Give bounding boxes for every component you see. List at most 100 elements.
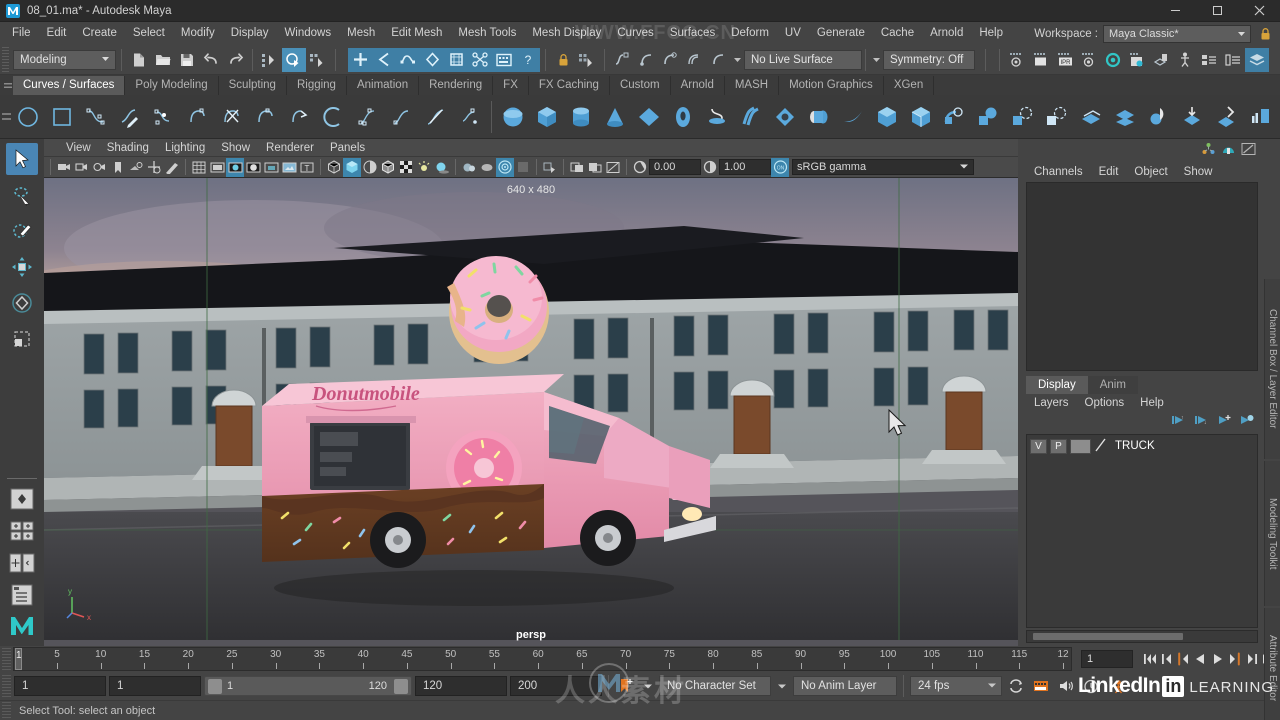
select-component-button[interactable] — [306, 48, 330, 72]
step-forward-frame-icon[interactable] — [1226, 648, 1243, 670]
display-textures-icon[interactable] — [280, 158, 298, 177]
create-layer-from-selected-icon[interactable] — [1239, 414, 1254, 429]
film-gate-icon[interactable] — [208, 158, 226, 177]
auto-keyframe-icon[interactable] — [615, 675, 637, 697]
gamma-field[interactable]: 1.00 — [719, 159, 771, 175]
viewport-menu-renderer[interactable]: Renderer — [258, 139, 322, 157]
render-settings-icon[interactable]: ? — [516, 47, 540, 72]
project-curve-on-surface-icon[interactable] — [453, 98, 487, 136]
layer-color-swatch[interactable] — [1094, 437, 1108, 456]
menu-edit-mesh[interactable]: Edit Mesh — [383, 22, 450, 45]
render-setup-icon[interactable] — [1125, 48, 1149, 72]
detach-surfaces-icon[interactable] — [1108, 98, 1142, 136]
viewport-menu-shading[interactable]: Shading — [99, 139, 157, 157]
paint-select-tool-icon[interactable] — [6, 215, 38, 247]
step-back-frame-icon[interactable] — [1175, 648, 1192, 670]
menu-file[interactable]: File — [4, 22, 39, 45]
curve-snap-e-icon[interactable] — [706, 48, 730, 72]
four-pane-layout-icon[interactable] — [7, 517, 37, 545]
open-scene-button[interactable] — [151, 48, 175, 72]
pencil-curve-tool-icon[interactable] — [181, 98, 215, 136]
gamma-icon[interactable] — [701, 158, 719, 177]
select-hierarchy-button[interactable] — [258, 48, 282, 72]
select-tool-icon[interactable] — [6, 143, 38, 175]
menu-curves[interactable]: Curves — [609, 22, 661, 45]
play-backwards-icon[interactable] — [1192, 648, 1209, 670]
nurbs-cube-icon[interactable] — [530, 98, 564, 136]
two-d-pan-zoom-icon[interactable] — [145, 158, 163, 177]
audio-icon[interactable] — [1055, 675, 1077, 697]
status-bar-grip[interactable] — [2, 701, 11, 720]
shelf-options-grip[interactable] — [2, 100, 11, 134]
shelf-tab-poly-modeling[interactable]: Poly Modeling — [125, 76, 219, 95]
render-settings-window-icon[interactable] — [1077, 48, 1101, 72]
layer-tab-anim[interactable]: Anim — [1087, 375, 1138, 394]
shelf-tab-fx-caching[interactable]: FX Caching — [528, 76, 610, 95]
shelf-tab-rendering[interactable]: Rendering — [419, 76, 494, 95]
menu-help[interactable]: Help — [971, 22, 1011, 45]
screenshot-icon[interactable] — [586, 158, 604, 177]
trim-tool-icon[interactable] — [1006, 98, 1040, 136]
layers-menu-options[interactable]: Options — [1077, 397, 1133, 409]
render-view-icon[interactable] — [492, 47, 516, 72]
3d-viewport[interactable]: Donutmobile 640 x 480 persp y x — [44, 178, 1018, 646]
character-set-combo[interactable]: No Character Set — [659, 676, 771, 696]
gate-mask-icon[interactable] — [244, 158, 262, 177]
close-button[interactable] — [1238, 0, 1280, 22]
nurbs-torus-icon[interactable] — [666, 98, 700, 136]
nurbs-circle-icon[interactable] — [11, 98, 45, 136]
playback-start-time-field[interactable]: 1 — [109, 676, 201, 696]
current-frame-field[interactable]: 1 — [1081, 650, 1133, 668]
animation-preferences-icon[interactable] — [1080, 675, 1102, 697]
bookmark-icon[interactable] — [109, 158, 127, 177]
chevron-down-icon[interactable] — [730, 50, 744, 70]
menu-create[interactable]: Create — [74, 22, 125, 45]
shadows-icon[interactable] — [433, 158, 451, 177]
attribute-editor-toggle-icon[interactable] — [1241, 142, 1256, 159]
move-tool-icon[interactable] — [6, 251, 38, 283]
smooth-shade-selected-icon[interactable] — [361, 158, 379, 177]
character-icon[interactable] — [1105, 675, 1127, 697]
snap-to-point-icon[interactable] — [396, 47, 420, 72]
go-to-start-icon[interactable] — [1141, 648, 1158, 670]
snap-make-live-icon[interactable] — [468, 47, 492, 72]
shelf-tab-curves-surfaces[interactable]: Curves / Surfaces — [13, 76, 126, 95]
live-surface-field[interactable]: No Live Surface — [744, 49, 862, 70]
lock-selection-icon[interactable] — [551, 48, 575, 72]
channel-box-content[interactable] — [1026, 182, 1258, 371]
new-scene-button[interactable] — [127, 48, 151, 72]
range-start-handle[interactable] — [208, 678, 222, 694]
range-slider-grip[interactable] — [2, 675, 11, 697]
move-layer-down-icon[interactable]: ↓ — [1193, 414, 1208, 429]
isolate-select-icon[interactable] — [541, 158, 559, 177]
bezier-curve-tool-icon[interactable] — [147, 98, 181, 136]
nurbs-plane-icon[interactable] — [632, 98, 666, 136]
nurbs-cone-icon[interactable] — [598, 98, 632, 136]
open-close-curves-icon[interactable] — [317, 98, 351, 136]
depth-of-field-icon[interactable] — [514, 158, 532, 177]
curve-editing-tool-icon[interactable] — [419, 98, 453, 136]
channel-box-vertical-tab[interactable]: Channel Box / Layer Editor — [1264, 279, 1280, 459]
time-slider-grip[interactable] — [2, 648, 11, 670]
layer-list-scrollbar[interactable] — [1026, 630, 1258, 643]
multisample-aa-icon[interactable] — [496, 157, 514, 177]
display-text-icon[interactable]: T — [298, 158, 316, 177]
modeling-toolkit-toggle-icon[interactable] — [1221, 142, 1236, 159]
hypershade-icon[interactable] — [1101, 48, 1125, 72]
animation-end-time-field[interactable]: 200 — [510, 676, 602, 696]
move-layer-up-icon[interactable]: ↑ — [1170, 414, 1185, 429]
render-frame-icon[interactable] — [1029, 48, 1053, 72]
menu-mesh[interactable]: Mesh — [339, 22, 383, 45]
layer-playback-toggle[interactable]: P — [1050, 438, 1067, 454]
nurbs-cylinder-icon[interactable] — [564, 98, 598, 136]
texture-display-icon[interactable] — [397, 158, 415, 177]
menu-deform[interactable]: Deform — [723, 22, 777, 45]
menu-display[interactable]: Display — [223, 22, 277, 45]
image-plane-icon[interactable] — [127, 158, 145, 177]
snap-to-grid-icon[interactable] — [348, 47, 372, 72]
menuset-combo[interactable]: Modeling — [13, 49, 116, 70]
loft-icon[interactable] — [734, 98, 768, 136]
channelbox-menu-show[interactable]: Show — [1176, 166, 1221, 178]
chevron-down-icon[interactable] — [869, 50, 883, 70]
extrude-icon[interactable] — [802, 98, 836, 136]
